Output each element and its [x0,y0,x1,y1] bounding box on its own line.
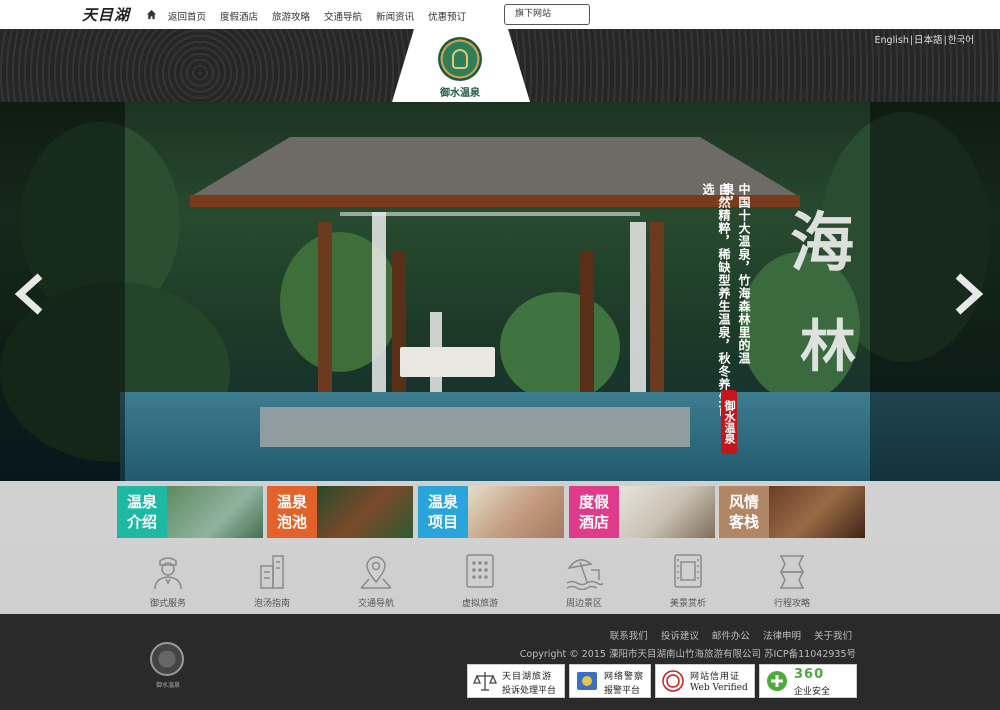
brand-name: 御水温泉 [440,88,480,99]
chevron-right-icon[interactable] [948,272,988,316]
deck [260,407,690,447]
site-logo[interactable]: 天目湖 [82,4,130,25]
lang-japanese[interactable]: 日本語 [914,35,943,46]
hero-slogan-2: 自然精粹，稀缺型养生温泉，秋冬养生首选 [701,183,731,417]
brand-seal-icon[interactable] [438,37,482,81]
hero-seal: 御水温泉 [721,390,737,454]
service-traffic[interactable]: 交通导航 [336,552,416,609]
tile-label: 温泉 项目 [418,486,468,538]
tile-label: 风情 客栈 [719,486,769,538]
nav-item-guide[interactable]: 旅游攻略 [272,9,310,23]
lang-korean[interactable]: 한국어 [948,35,974,46]
massage-bed [400,347,495,377]
home-icon[interactable] [146,9,157,20]
subsite-select[interactable]: 旗下网站 [504,4,590,25]
tile-label: 温泉 泡池 [267,486,317,538]
service-nearby[interactable]: 周边景区 [544,552,624,609]
police-badge-icon [577,672,597,690]
tile-image [167,486,263,538]
nav-item-home[interactable]: 返回首页 [168,9,206,23]
tile-image [769,486,865,538]
virtual-tour-icon [466,554,494,588]
cert-cyber-police[interactable]: 网络警察 报警平台 [569,664,651,698]
footer-links: 联系我们 投诉建议 邮件办公 法律申明 关于我们 [600,628,852,642]
tile-image [317,486,413,538]
hero-slider: 海 林 [0,102,1000,481]
top-bar: 天目湖 返回首页 度假酒店 旅游攻略 交通导航 新闻资讯 优惠预订 旗下网站 [0,0,1000,29]
film-icon [674,554,702,588]
footer-link-mail[interactable]: 邮件办公 [712,631,750,642]
beach-umbrella-icon [566,559,603,590]
nav-item-hotel[interactable]: 度假酒店 [220,9,258,23]
cert-360-security[interactable]: 360 企业安全 [759,664,857,698]
language-switcher: English|日本語|한국어 [874,35,974,46]
footer-link-about[interactable]: 关于我们 [814,631,852,642]
lang-english[interactable]: English [875,35,909,46]
tile-label: 温泉 介绍 [117,486,167,538]
verified-seal-icon [662,670,684,692]
map-pin-icon [360,556,392,589]
footer-link-feedback[interactable]: 投诉建议 [661,631,699,642]
tile-spring-pools[interactable]: 温泉 泡池 [267,486,413,538]
butler-icon [154,557,182,590]
tile-inn[interactable]: 风情 客栈 [719,486,865,538]
footer-logo-icon [150,642,184,676]
scales-icon [473,672,497,691]
service-guide[interactable]: 泡汤指南 [232,552,312,609]
tile-spring-services[interactable]: 温泉 项目 [418,486,564,538]
service-itinerary[interactable]: 行程攻略 [752,552,832,609]
service-butler[interactable]: 御式服务 [128,552,208,609]
tile-image [468,486,564,538]
calligraphy-hai: 海 [790,206,854,281]
nav-item-booking[interactable]: 优惠预订 [428,9,466,23]
footer-link-contact[interactable]: 联系我们 [610,631,648,642]
tile-label: 度假 酒店 [569,486,619,538]
nav-item-traffic[interactable]: 交通导航 [324,9,362,23]
tile-spring-intro[interactable]: 温泉 介绍 [117,486,263,538]
nav-item-news[interactable]: 新闻资讯 [376,9,414,23]
cert-complaint-platform[interactable]: 天目湖旅游 投诉处理平台 [467,664,565,698]
main-nav: 返回首页 度假酒店 旅游攻略 交通导航 新闻资讯 优惠预订 [168,9,480,23]
tile-image [619,486,715,538]
cert-web-verified[interactable]: 网站信用证 Web Verified [655,664,755,698]
guide-icon [260,555,284,589]
calligraphy-lin: 林 [800,314,856,380]
itinerary-icon [779,555,805,589]
chevron-left-icon[interactable] [10,272,50,316]
security-shield-icon [767,671,787,691]
service-virtual-tour[interactable]: 虚拟旅游 [440,552,520,609]
footer-logo-text: 御水温泉 [155,682,180,689]
service-scenery[interactable]: 美景赏析 [648,552,728,609]
footer-link-legal[interactable]: 法律申明 [763,631,801,642]
tile-resort-hotel[interactable]: 度假 酒店 [569,486,715,538]
copyright: Copyright © 2015 溧阳市天目湖南山竹海旅游有限公司 苏ICP备1… [519,649,856,660]
